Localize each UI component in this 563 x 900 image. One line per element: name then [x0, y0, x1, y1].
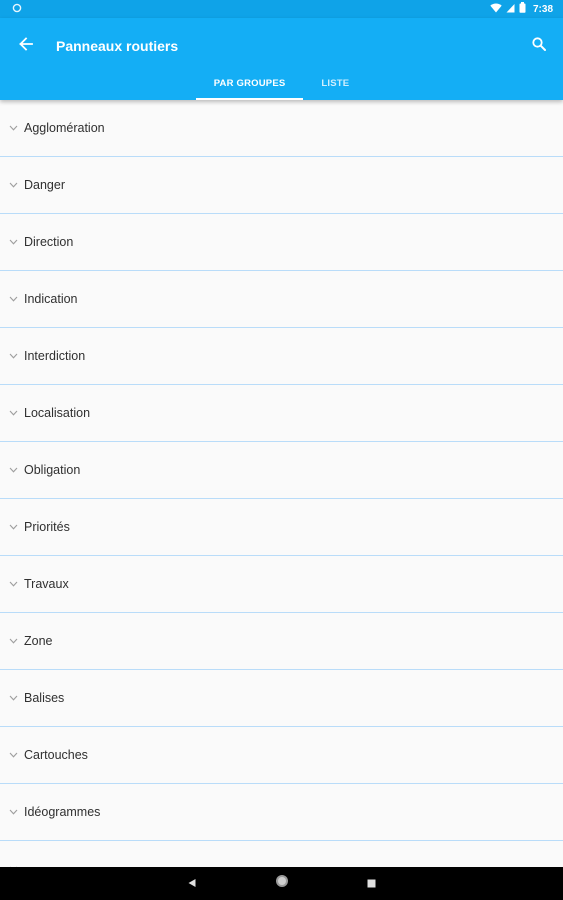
- chevron-down-icon: [1, 467, 25, 473]
- group-row-partial[interactable]: [0, 841, 563, 867]
- tab-liste[interactable]: LISTE: [303, 74, 367, 100]
- group-row-danger[interactable]: Danger: [0, 157, 563, 214]
- status-left: [12, 3, 22, 16]
- group-row-direction[interactable]: Direction: [0, 214, 563, 271]
- search-button[interactable]: [525, 32, 553, 60]
- group-row-balises[interactable]: Balises: [0, 670, 563, 727]
- search-icon: [532, 36, 546, 56]
- chevron-down-icon: [1, 752, 25, 758]
- group-label: Interdiction: [24, 349, 86, 363]
- group-label: Travaux: [24, 577, 69, 591]
- cell-signal-icon: [506, 3, 515, 16]
- group-label: Indication: [24, 292, 78, 306]
- status-bar: 7:38: [0, 0, 563, 18]
- chevron-down-icon: [1, 125, 25, 131]
- arrow-back-icon: [19, 36, 33, 56]
- group-row-localisation[interactable]: Localisation: [0, 385, 563, 442]
- recents-square-icon: [367, 875, 376, 893]
- notification-dot-icon: [12, 3, 22, 16]
- chevron-down-icon: [1, 695, 25, 701]
- group-row-indication[interactable]: Indication: [0, 271, 563, 328]
- chevron-down-icon: [1, 410, 25, 416]
- group-row-travaux[interactable]: Travaux: [0, 556, 563, 613]
- back-button[interactable]: [0, 18, 52, 74]
- group-row-obligation[interactable]: Obligation: [0, 442, 563, 499]
- group-label: Zone: [24, 634, 53, 648]
- chevron-down-icon: [1, 239, 25, 245]
- chevron-down-icon: [1, 809, 25, 815]
- group-list: Agglomération Danger Direction Indicatio…: [0, 100, 563, 867]
- wifi-icon: [490, 3, 502, 16]
- toolbar: Panneaux routiers: [0, 18, 563, 74]
- group-label: Direction: [24, 235, 74, 249]
- chevron-down-icon: [1, 638, 25, 644]
- chevron-down-icon: [1, 296, 25, 302]
- status-time: 7:38: [532, 3, 553, 15]
- chevron-down-icon: [1, 524, 25, 530]
- app-bar: Panneaux routiers PAR GROUPES LISTE: [0, 18, 563, 100]
- chevron-down-icon: [1, 353, 25, 359]
- battery-icon: [519, 2, 526, 16]
- group-row-ideogrammes[interactable]: Idéogrammes: [0, 784, 563, 841]
- group-label: Agglomération: [24, 121, 105, 135]
- group-label: Balises: [24, 691, 65, 705]
- status-right: 7:38: [490, 2, 553, 16]
- page-title: Panneaux routiers: [56, 38, 179, 54]
- group-label: Cartouches: [24, 748, 88, 762]
- group-label: Localisation: [24, 406, 91, 420]
- home-circle-icon: [275, 874, 289, 893]
- nav-recents-button[interactable]: [327, 867, 417, 900]
- chevron-down-icon: [1, 581, 25, 587]
- group-label: Idéogrammes: [24, 805, 101, 819]
- group-row-priorites[interactable]: Priorités: [0, 499, 563, 556]
- chevron-down-icon: [1, 182, 25, 188]
- nav-back-button[interactable]: [147, 867, 237, 900]
- back-triangle-icon: [187, 875, 197, 893]
- group-label: Danger: [24, 178, 65, 192]
- group-label: Obligation: [24, 463, 81, 477]
- system-nav-bar: [0, 867, 563, 900]
- group-row-cartouches[interactable]: Cartouches: [0, 727, 563, 784]
- tab-par-groupes[interactable]: PAR GROUPES: [195, 74, 304, 100]
- group-row-interdiction[interactable]: Interdiction: [0, 328, 563, 385]
- group-row-zone[interactable]: Zone: [0, 613, 563, 670]
- group-label: Priorités: [24, 520, 70, 534]
- tab-bar: PAR GROUPES LISTE: [0, 74, 563, 100]
- nav-home-button[interactable]: [237, 867, 327, 900]
- group-row-agglomeration[interactable]: Agglomération: [0, 100, 563, 157]
